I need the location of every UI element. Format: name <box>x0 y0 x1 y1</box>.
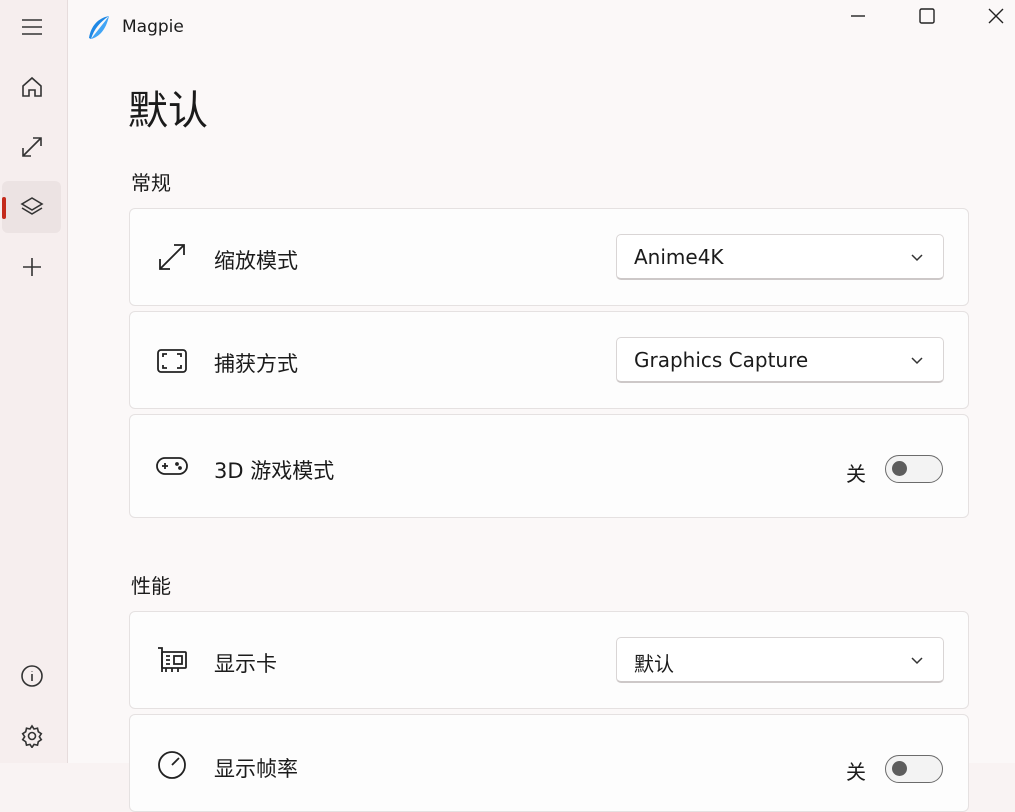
toggle-knob <box>892 761 907 776</box>
nav-item-about[interactable] <box>2 650 61 702</box>
magpie-logo-icon <box>89 16 109 39</box>
graphics-card-icon <box>156 644 188 676</box>
capture-method-card: 捕获方式 Graphics Capture <box>129 311 969 409</box>
maximize-button[interactable] <box>915 4 939 28</box>
minimize-icon <box>851 15 865 17</box>
game-mode-label: 3D 游戏模式 <box>214 459 335 483</box>
hamburger-icon <box>21 19 42 35</box>
page-title: 默认 <box>128 88 208 134</box>
nav-item-home[interactable] <box>2 61 61 113</box>
chevron-down-icon <box>911 254 923 262</box>
gear-icon <box>21 724 42 748</box>
capture-method-value: Graphics Capture <box>634 348 809 372</box>
graphics-card-dropdown[interactable]: 默认 <box>616 637 944 683</box>
show-fps-label: 显示帧率 <box>214 757 298 781</box>
resize-arrows-icon <box>156 241 188 273</box>
nav-item-settings[interactable] <box>2 710 61 762</box>
speedometer-icon <box>156 749 188 781</box>
game-mode-card: 3D 游戏模式 关 <box>129 414 969 518</box>
scaling-mode-dropdown[interactable]: Anime4K <box>616 234 944 280</box>
scaling-mode-label: 缩放模式 <box>214 249 298 273</box>
scaling-mode-value: Anime4K <box>634 245 724 269</box>
section-title-performance: 性能 <box>131 574 171 598</box>
nav-item-profiles[interactable] <box>2 181 61 233</box>
graphics-card-value: 默认 <box>634 652 674 676</box>
show-fps-card: 显示帧率 关 <box>129 714 969 812</box>
game-mode-toggle[interactable] <box>885 455 943 483</box>
app-title: Magpie <box>122 17 184 37</box>
navigation-pane <box>0 0 68 763</box>
toggle-knob <box>892 461 907 476</box>
graphics-card-label: 显示卡 <box>214 652 277 676</box>
minimize-button[interactable] <box>846 4 870 28</box>
maximize-icon <box>919 8 935 24</box>
nav-item-scaling[interactable] <box>2 121 61 173</box>
chevron-down-icon <box>911 657 923 665</box>
nav-item-add[interactable] <box>2 241 61 293</box>
close-icon <box>988 8 1004 24</box>
gamepad-icon <box>156 450 188 482</box>
graphics-card-card: 显示卡 默认 <box>129 611 969 709</box>
game-mode-state-label: 关 <box>846 462 866 486</box>
section-title-general: 常规 <box>131 171 171 195</box>
scaling-mode-card: 缩放模式 Anime4K <box>129 208 969 306</box>
plus-icon <box>22 258 41 276</box>
capture-method-dropdown[interactable]: Graphics Capture <box>616 337 944 383</box>
resize-icon <box>21 137 42 157</box>
chevron-down-icon <box>911 357 923 365</box>
menu-toggle-button[interactable] <box>2 1 61 53</box>
show-fps-state-label: 关 <box>846 760 866 784</box>
show-fps-toggle[interactable] <box>885 755 943 783</box>
close-button[interactable] <box>984 4 1008 28</box>
layers-icon <box>19 197 44 215</box>
capture-method-label: 捕获方式 <box>214 352 298 376</box>
screen-capture-icon <box>156 345 188 377</box>
selection-indicator <box>2 197 6 219</box>
home-icon <box>21 76 42 97</box>
info-icon <box>20 665 43 687</box>
